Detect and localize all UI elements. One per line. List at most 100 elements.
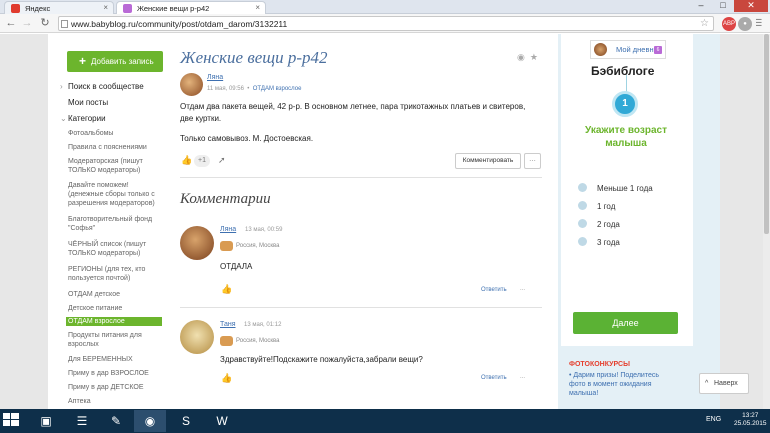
bookmark-star-icon[interactable]: ☆ [700,17,709,31]
category-link[interactable]: Правила с пояснениями [68,143,164,152]
comment-text: Здравствуйте!Подскажите пожалуйста,забра… [220,355,423,364]
category-link[interactable]: ЧЁРНЫЙ список (пишут ТОЛЬКО модераторы) [68,240,164,258]
comment-button[interactable]: Комментировать [455,153,521,169]
tab-post[interactable]: Женские вещи р-р42 × [116,1,266,14]
radio-icon[interactable] [578,183,587,192]
star-icon[interactable]: ★ [530,52,538,62]
tab-yandex[interactable]: Яндекс × [4,1,114,14]
forward-arrow-icon[interactable]: → [20,17,34,31]
close-window-button[interactable]: ✕ [734,0,768,12]
contests-link[interactable]: • Дарим призы! Поделитесь фото в момент … [569,371,664,398]
divider [180,177,542,178]
post-actions: ◉ ★ [517,52,538,63]
comment-author[interactable]: Ляна [220,226,236,233]
plus-icon: + [79,54,87,68]
comment-location: Россия, Москва [236,338,280,344]
search-community-link[interactable]: › Поиск в сообществе [60,82,144,91]
category-link-selected[interactable]: ОТДАМ взрослое [66,317,162,326]
skype-icon[interactable]: S [170,410,202,432]
scrollbar-thumb[interactable] [764,34,769,234]
more-button[interactable]: ... [524,153,541,169]
comment-author[interactable]: Таня [220,321,236,328]
clock[interactable]: 13:27 25.05.2015 [734,412,767,428]
categories-toggle[interactable]: ⌄ Категории [60,114,106,123]
radio-icon[interactable] [578,219,587,228]
age-option-label: Меньше 1 года [597,184,653,193]
scrollbar[interactable] [763,34,770,409]
radio-icon[interactable] [578,237,587,246]
like-icon[interactable]: 👍 [221,373,232,384]
close-icon[interactable]: × [103,3,108,12]
page-icon [61,20,68,28]
category-link[interactable]: РЕГИОНЫ (для тех, кто пользуется почтой) [68,265,164,283]
divider [180,307,542,308]
tab-label: Яндекс [25,4,51,13]
category-link[interactable]: Аптека [68,397,164,407]
extension-icon[interactable]: ● [738,17,752,31]
post-category-link[interactable]: ОТДАМ взрослое [253,86,302,92]
comment-avatar[interactable] [180,320,214,354]
like-icon[interactable]: 👍 [181,155,192,166]
add-post-button[interactable]: + Добавить запись [67,51,163,72]
menu-icon[interactable]: – – – [756,15,766,31]
age-option-label: 3 года [597,238,620,247]
side-item-label: Поиск в сообществе [68,82,144,91]
post-date: 11 мая, 09:56 [207,86,244,92]
reload-icon[interactable]: ↻ [38,17,52,31]
chevron-up-icon: ^ [705,380,709,387]
comment-text: ОТДАЛА [220,262,253,271]
like-count: +1 [194,155,210,167]
notes-icon[interactable]: ✎ [100,410,132,432]
url-text: www.babyblog.ru/community/post/otdam_dar… [71,19,288,29]
language-indicator[interactable]: ENG [706,416,721,423]
post-body-2: Только самовывоз. М. Достоевская. [180,134,314,143]
contests-heading[interactable]: ФОТОКОНКУРСЫ [569,361,630,368]
category-link[interactable]: Продукты питания для взрослых [68,331,164,349]
category-link[interactable]: Детское питание [68,304,164,313]
author-avatar[interactable] [180,73,203,96]
post-title: Женские вещи р-р42 [180,48,328,67]
chrome-icon[interactable]: ◉ [134,410,166,432]
adblock-icon[interactable]: ABP [722,17,736,31]
more-icon[interactable]: ... [520,286,525,292]
category-link[interactable]: Приму в дар ВЗРОСЛОЕ [68,369,164,378]
radio-icon[interactable] [578,201,587,210]
close-icon[interactable]: × [255,3,260,12]
comment-avatar[interactable] [180,226,214,260]
like-icon[interactable]: 👍 [221,284,232,295]
windows-taskbar: ▣ ☰ ✎ ◉ S W ENG 13:27 25.05.2015 [0,409,770,433]
minimize-button[interactable]: – [690,0,712,12]
comment-date: 13 мая, 00:59 [245,227,283,233]
category-link[interactable]: Давайте поможем! (денежные сборы только … [68,181,164,208]
post-meta: 11 мая, 09:56 • ОТДАМ взрослое [207,86,302,92]
category-link[interactable]: ОТДАМ детское [68,290,164,299]
post-body: Отдам два пакета вещей, 42 р-р. В основн… [180,102,526,123]
next-button[interactable]: Далее [573,312,678,334]
explorer-icon[interactable]: ▣ [30,410,62,432]
my-posts-link[interactable]: Мои посты [68,98,108,107]
comment-location: Россия, Москва [236,243,280,249]
yandex-icon [11,4,20,13]
clock-date: 25.05.2015 [734,420,767,427]
more-icon[interactable]: ... [520,374,525,380]
maximize-button[interactable]: □ [712,0,734,12]
category-link[interactable]: Благотворительный фонд "Софья" [68,215,164,233]
store-icon[interactable]: ☰ [66,410,98,432]
category-link[interactable]: Фотоальбомы [68,129,164,138]
scroll-top-button[interactable]: ^ Наверх [699,373,749,394]
back-arrow-icon[interactable]: ← [4,17,18,31]
post-author[interactable]: Ляна [207,74,223,81]
windows-start-icon[interactable] [2,412,24,430]
reply-link[interactable]: Ответить [481,287,507,293]
my-diary-link[interactable]: Мой дневник 6 [590,40,666,59]
category-link[interactable]: Приму в дар ДЕТСКОЕ [68,383,164,392]
category-link[interactable]: Для БЕРЕМЕННЫХ [68,355,164,364]
share-icon[interactable]: ➚ [218,155,226,166]
word-icon[interactable]: W [206,410,238,432]
url-field[interactable]: www.babyblog.ru/community/post/otdam_dar… [58,16,714,31]
badge-icon [220,336,233,346]
add-post-label: Добавить запись [91,57,154,66]
reply-link[interactable]: Ответить [481,375,507,381]
category-link[interactable]: Модераторская (пишут ТОЛЬКО модераторы) [68,157,164,175]
eye-icon[interactable]: ◉ [517,52,525,62]
